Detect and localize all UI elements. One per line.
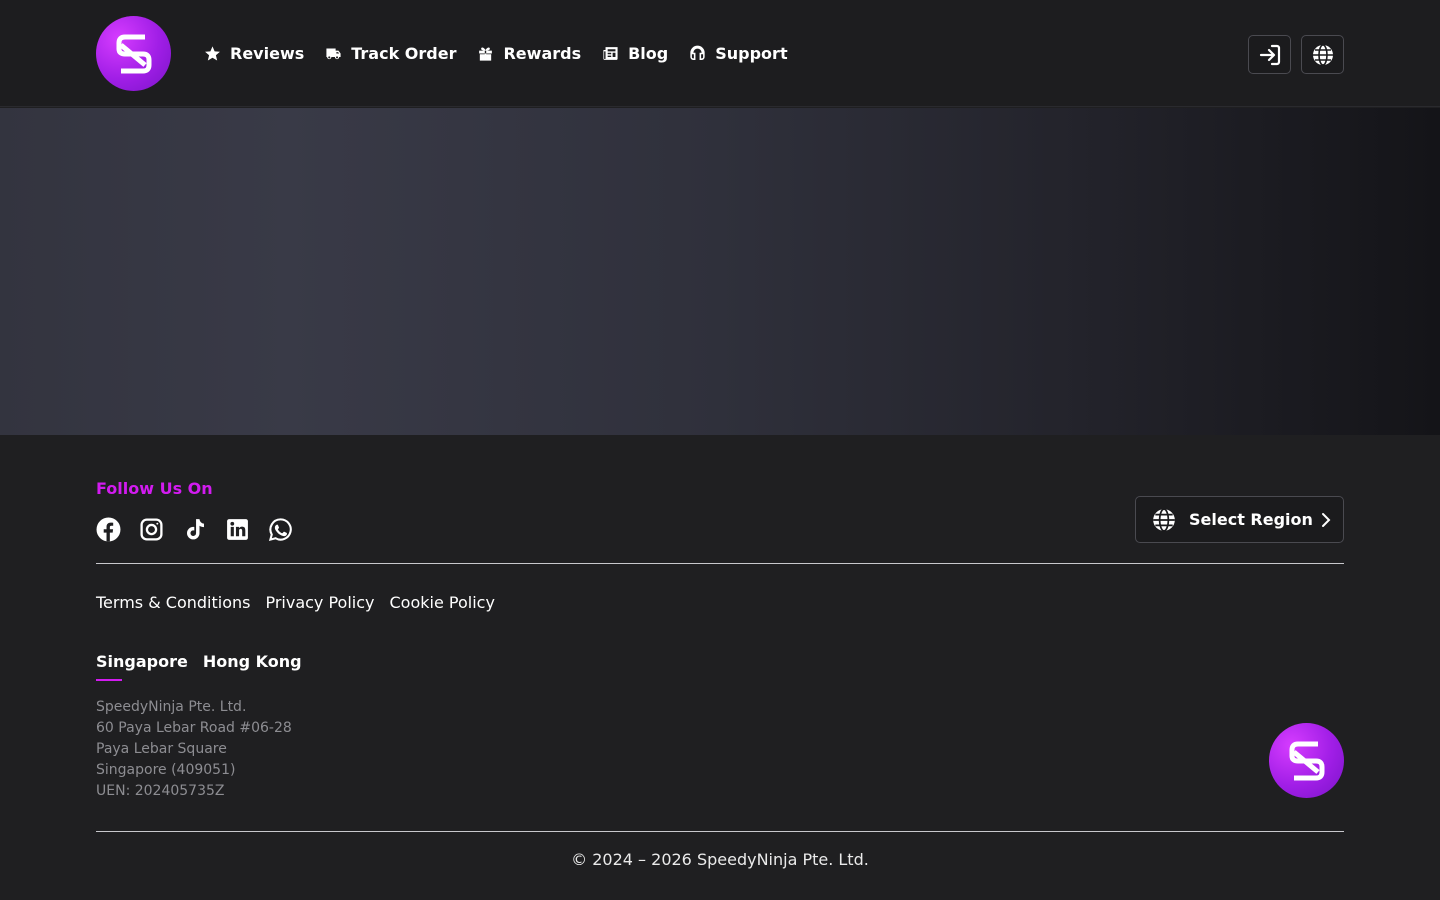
hero-banner: [0, 108, 1440, 435]
follow-title: Follow Us On: [96, 479, 213, 498]
address-line: SpeedyNinja Pte. Ltd.: [96, 699, 247, 715]
nav-blog[interactable]: Blog: [602, 44, 668, 63]
privacy-link[interactable]: Privacy Policy: [265, 593, 374, 612]
office-address: SpeedyNinja Pte. Ltd. 60 Paya Lebar Road…: [96, 697, 292, 802]
language-button[interactable]: [1301, 35, 1344, 74]
nav-support[interactable]: Support: [689, 44, 788, 63]
select-region-button[interactable]: Select Region: [1135, 496, 1344, 543]
logo-mark-icon: [116, 34, 151, 73]
linkedin-icon[interactable]: [225, 517, 250, 542]
nav-reviews[interactable]: Reviews: [204, 44, 304, 63]
whatsapp-icon[interactable]: [268, 517, 293, 542]
facebook-icon[interactable]: [96, 517, 121, 542]
tab-singapore[interactable]: Singapore: [96, 652, 188, 681]
headset-icon: [690, 45, 705, 60]
site-header: Reviews Track Order Rewards Blog Support: [0, 0, 1440, 107]
main-nav: Reviews Track Order Rewards Blog Support: [204, 0, 809, 107]
copyright-divider: [96, 831, 1344, 832]
logo-mark-icon: [1289, 741, 1324, 780]
globe-icon: [1312, 43, 1333, 66]
footer-logo[interactable]: [1269, 723, 1344, 798]
nav-label: Reviews: [230, 44, 305, 63]
tab-hong-kong[interactable]: Hong Kong: [203, 652, 302, 671]
sign-in-icon: [1259, 44, 1280, 65]
address-line: Paya Lebar Square: [96, 741, 227, 757]
address-line: 60 Paya Lebar Road #06-28: [96, 720, 292, 736]
nav-label: Rewards: [503, 44, 582, 63]
chevron-right-icon: [1321, 512, 1331, 527]
address-line: Singapore (409051): [96, 762, 236, 778]
nav-label: Support: [715, 44, 788, 63]
copyright-text: © 2024 – 2026 SpeedyNinja Pte. Ltd.: [571, 850, 869, 869]
terms-link[interactable]: Terms & Conditions: [96, 593, 250, 612]
star-icon: [205, 46, 220, 61]
logo[interactable]: [96, 16, 171, 91]
nav-label: Track Order: [351, 44, 457, 63]
newspaper-icon: [603, 47, 618, 60]
login-button[interactable]: [1248, 35, 1291, 74]
nav-rewards[interactable]: Rewards: [477, 44, 581, 63]
office-tabs: Singapore Hong Kong: [96, 652, 302, 681]
instagram-icon[interactable]: [139, 517, 164, 542]
select-region-label: Select Region: [1189, 510, 1313, 529]
footer-divider: [96, 563, 1344, 564]
legal-links: Terms & Conditions Privacy Policy Cookie…: [96, 593, 495, 612]
gift-icon: [479, 47, 493, 61]
social-links: [96, 517, 293, 542]
nav-track-order[interactable]: Track Order: [325, 44, 456, 63]
tiktok-icon[interactable]: [182, 517, 207, 542]
address-line: UEN: 202405735Z: [96, 783, 225, 799]
truck-icon: [326, 48, 341, 60]
cookie-link[interactable]: Cookie Policy: [390, 593, 495, 612]
nav-label: Blog: [628, 44, 669, 63]
globe-icon: [1153, 507, 1175, 532]
